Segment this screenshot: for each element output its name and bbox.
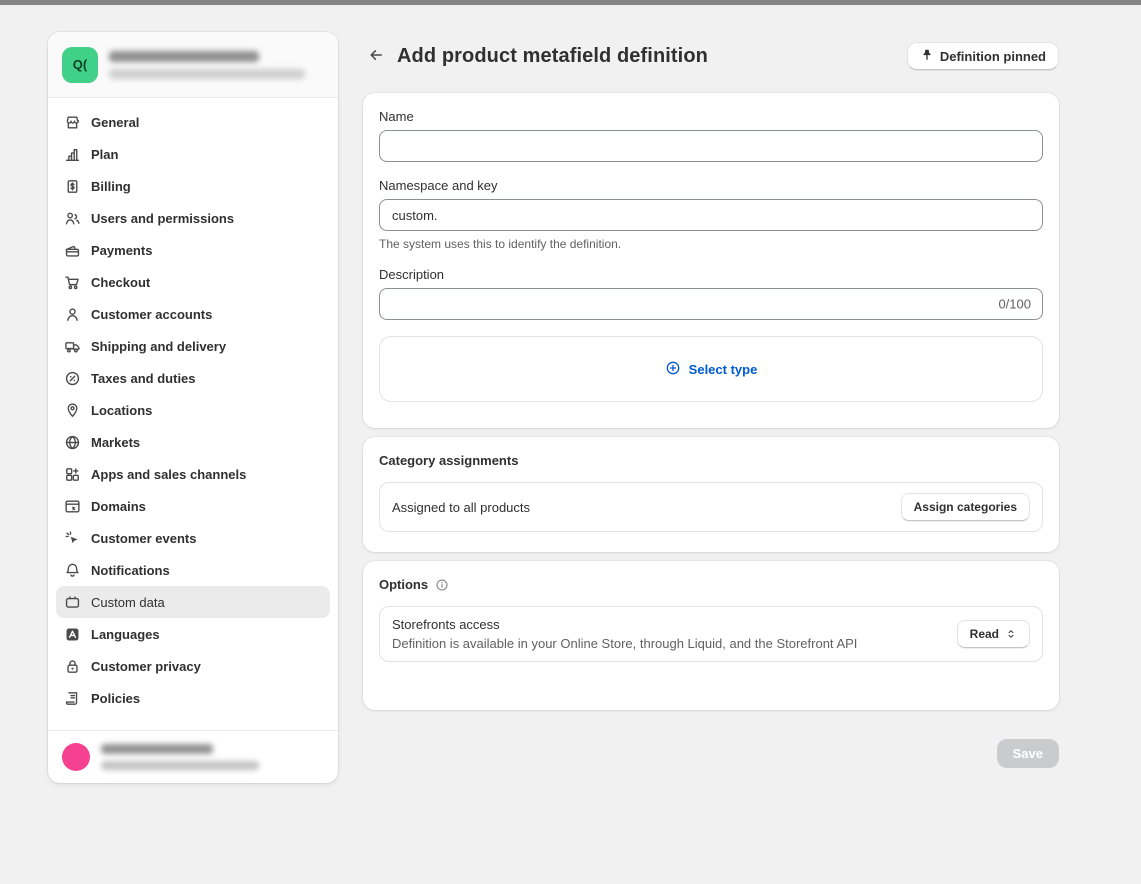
sidebar-item-languages[interactable]: Languages	[56, 618, 330, 650]
storefront-access-value: Read	[970, 627, 999, 641]
back-arrow-icon	[368, 47, 384, 66]
updown-chevrons-icon	[1005, 628, 1017, 640]
sidebar-item-taxes-and-duties[interactable]: Taxes and duties	[56, 362, 330, 394]
lock-icon	[64, 658, 81, 675]
name-label: Name	[379, 109, 1043, 124]
save-row: Save	[363, 739, 1059, 768]
user-identity	[101, 744, 259, 770]
namespace-input[interactable]	[379, 199, 1043, 231]
cursor-click-icon	[64, 530, 81, 547]
sidebar-item-general[interactable]: General	[56, 106, 330, 138]
sidebar-item-checkout[interactable]: Checkout	[56, 266, 330, 298]
storefronts-access-title: Storefronts access	[392, 617, 857, 632]
store-name-redacted	[109, 51, 259, 62]
sidebar-item-domains[interactable]: Domains	[56, 490, 330, 522]
payments-icon	[64, 242, 81, 259]
definition-pinned-button[interactable]: Definition pinned	[907, 42, 1059, 70]
category-assignment-row: Assigned to all products Assign categori…	[379, 482, 1043, 532]
description-input[interactable]	[379, 288, 1043, 320]
category-assignments-card: Category assignments Assigned to all pro…	[363, 437, 1059, 552]
sidebar-item-customer-events[interactable]: Customer events	[56, 522, 330, 554]
options-card: Options Storefronts access Definition is…	[363, 561, 1059, 710]
definition-card: Name Namespace and key The system uses t…	[363, 93, 1059, 428]
policies-scroll-icon	[64, 690, 81, 707]
page-title: Add product metafield definition	[397, 45, 708, 68]
sidebar-item-users-and-permissions[interactable]: Users and permissions	[56, 202, 330, 234]
back-button[interactable]	[363, 43, 389, 69]
select-type-label: Select type	[689, 362, 758, 377]
category-assignments-title: Category assignments	[379, 453, 518, 468]
select-type-container: Select type	[379, 336, 1043, 402]
checkout-cart-icon	[64, 274, 81, 291]
custom-data-icon	[64, 594, 81, 611]
settings-sidebar: Q( General Plan Billing Users and permis…	[48, 32, 338, 783]
users-icon	[64, 210, 81, 227]
description-label: Description	[379, 267, 1043, 282]
sidebar-item-notifications[interactable]: Notifications	[56, 554, 330, 586]
pin-icon	[920, 48, 934, 65]
bell-icon	[64, 562, 81, 579]
storefronts-access-description: Definition is available in your Online S…	[392, 636, 857, 651]
assign-categories-button[interactable]: Assign categories	[901, 493, 1030, 521]
options-title: Options	[379, 577, 428, 592]
user-footer[interactable]	[48, 730, 338, 783]
user-email-redacted	[101, 761, 259, 770]
store-domain-redacted	[109, 69, 305, 79]
user-name-redacted	[101, 744, 213, 754]
namespace-help-text: The system uses this to identify the def…	[379, 237, 1043, 251]
sidebar-item-markets[interactable]: Markets	[56, 426, 330, 458]
save-button[interactable]: Save	[997, 739, 1059, 768]
location-pin-icon	[64, 402, 81, 419]
billing-icon	[64, 178, 81, 195]
sidebar-item-policies[interactable]: Policies	[56, 682, 330, 714]
window-top-strip	[0, 0, 1141, 5]
select-type-button[interactable]: Select type	[665, 360, 758, 379]
plus-circle-icon	[665, 360, 681, 379]
storefronts-access-text: Storefronts access Definition is availab…	[392, 617, 857, 651]
domains-browser-icon	[64, 498, 81, 515]
person-icon	[64, 306, 81, 323]
store-avatar: Q(	[62, 47, 98, 83]
sidebar-item-custom-data[interactable]: Custom data	[56, 586, 330, 618]
plan-icon	[64, 146, 81, 163]
store-header: Q(	[48, 32, 338, 98]
page-header: Add product metafield definition Definit…	[363, 42, 1059, 70]
description-field-group: Description 0/100	[379, 267, 1043, 320]
namespace-label: Namespace and key	[379, 178, 1043, 193]
truck-icon	[64, 338, 81, 355]
name-input[interactable]	[379, 130, 1043, 162]
namespace-field-group: Namespace and key The system uses this t…	[379, 178, 1043, 251]
sidebar-item-shipping-and-delivery[interactable]: Shipping and delivery	[56, 330, 330, 362]
settings-page: Q( General Plan Billing Users and permis…	[0, 0, 1141, 884]
description-char-counter: 0/100	[998, 297, 1031, 312]
apps-grid-icon	[64, 466, 81, 483]
storefronts-access-row: Storefronts access Definition is availab…	[379, 606, 1043, 662]
user-avatar	[62, 743, 90, 771]
globe-icon	[64, 434, 81, 451]
storefront-access-select[interactable]: Read	[957, 620, 1030, 648]
name-field-group: Name	[379, 109, 1043, 162]
info-icon[interactable]	[435, 578, 449, 592]
store-icon	[64, 114, 81, 131]
translate-icon	[64, 626, 81, 643]
sidebar-item-customer-accounts[interactable]: Customer accounts	[56, 298, 330, 330]
definition-pinned-label: Definition pinned	[940, 49, 1046, 64]
sidebar-item-billing[interactable]: Billing	[56, 170, 330, 202]
store-identity	[109, 51, 305, 79]
category-status-text: Assigned to all products	[392, 500, 530, 515]
sidebar-item-apps-and-sales-channels[interactable]: Apps and sales channels	[56, 458, 330, 490]
sidebar-item-plan[interactable]: Plan	[56, 138, 330, 170]
percent-icon	[64, 370, 81, 387]
sidebar-item-locations[interactable]: Locations	[56, 394, 330, 426]
sidebar-item-payments[interactable]: Payments	[56, 234, 330, 266]
sidebar-item-customer-privacy[interactable]: Customer privacy	[56, 650, 330, 682]
settings-nav: General Plan Billing Users and permissio…	[48, 98, 338, 730]
